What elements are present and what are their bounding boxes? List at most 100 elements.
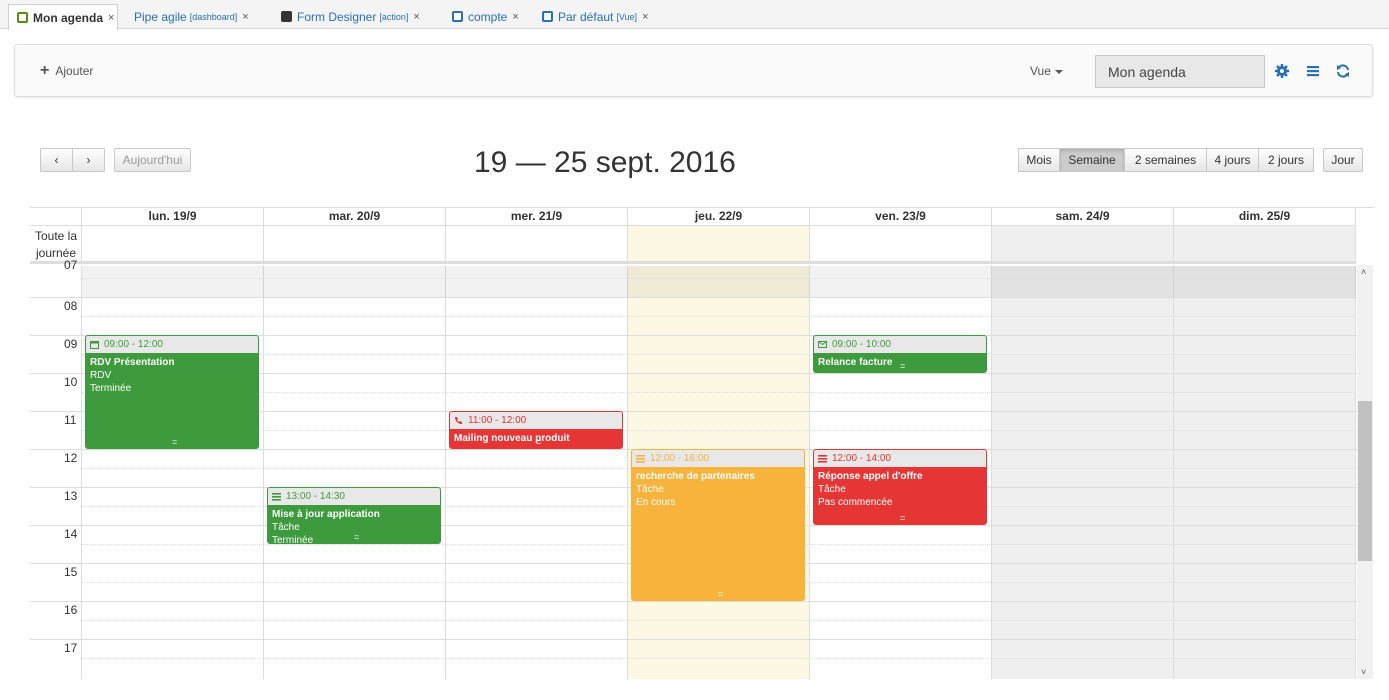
event-time: 13:00 - 14:30 [286,491,345,502]
event-status: En cours [636,497,676,508]
tab-sublabel: [action] [379,11,409,22]
view-week-button[interactable]: Semaine [1059,148,1125,172]
event-time-header: 11:00 - 12:00 [450,412,622,429]
view-2weeks-button[interactable]: 2 semaines [1124,148,1207,172]
list-icon [272,493,281,501]
event-type: Tâche [636,484,664,495]
view-dropdown[interactable]: Vue [1030,64,1063,78]
hour-line [30,297,1357,298]
tab-3[interactable]: compte × [444,4,526,29]
prev-button[interactable]: ‹ [40,148,73,172]
day-column[interactable] [264,266,446,679]
close-icon[interactable]: × [413,11,419,23]
event-status: Pas commencée [818,497,893,508]
resize-handle[interactable]: = [172,437,177,447]
tab-label: compte [468,9,508,24]
tab-1[interactable]: Pipe agile [dashboard] × [126,4,264,29]
day-column[interactable] [992,266,1174,679]
event-type: RDV [90,370,112,381]
event-body: recherche de partenaires Tâche En cours [632,467,804,512]
calendar-event[interactable]: 11:00 - 12:00 Mailing nouveau produit = [449,411,623,449]
resize-handle[interactable]: = [900,361,905,371]
tab-0[interactable]: Mon agenda × [8,4,118,30]
event-status: Terminée [90,383,132,394]
allday-cell[interactable] [446,226,628,264]
resize-handle[interactable]: = [718,589,723,599]
calendar-event[interactable]: 09:00 - 12:00 RDV Présentation RDV Terminée… [85,335,259,449]
allday-cell[interactable] [992,226,1174,264]
agenda-select[interactable]: Mon agenda [1095,55,1265,88]
tab-bar: Mon agenda × Pipe agile [dashboard] × Form De… [0,0,1389,30]
gear-icon[interactable] [1274,63,1290,79]
next-button[interactable]: › [72,148,105,172]
event-time-header: 09:00 - 12:00 [86,336,258,353]
half-hour-line [82,658,1356,659]
hour-line [30,601,1357,602]
view-4days-button[interactable]: 4 jours [1206,148,1259,172]
plus-icon: + [40,62,50,79]
mail-icon [818,341,827,348]
calendar-icon [90,341,99,349]
tab-2[interactable]: Form Designer [action] × [273,4,435,29]
close-icon[interactable]: × [642,11,648,23]
view-month-button[interactable]: Mois [1018,148,1060,172]
day-header: dim. 25/9 [1174,208,1356,226]
hour-label: 08 [64,299,78,313]
resize-handle[interactable]: = [354,532,359,542]
view-day-button[interactable]: Jour [1323,148,1363,172]
list-icon[interactable] [1305,63,1321,79]
event-title: Réponse appel d'offre [818,471,923,482]
resize-handle[interactable]: = [900,513,905,523]
calendar-event[interactable]: 12:00 - 16:00 recherche de partenaires Tâc… [631,449,805,601]
tab-label: Mon agenda [33,10,104,25]
today-button[interactable]: Aujourd'hui [114,148,191,172]
close-icon[interactable]: × [108,12,114,24]
calendar-event[interactable]: 09:00 - 10:00 Relance facture = [813,335,987,373]
add-label: Ajouter [55,64,94,78]
allday-cell[interactable] [264,226,446,264]
phone-icon [455,417,462,424]
scrollbar[interactable]: ˄ ˅ [1357,265,1373,679]
event-title: recherche de partenaires [636,471,755,482]
hour-label: 09 [64,337,78,351]
event-time: 09:00 - 10:00 [832,339,891,350]
day-header: sam. 24/9 [992,208,1174,226]
tab-icon [452,11,463,22]
scroll-up-icon[interactable]: ˄ [1361,267,1366,277]
half-hour-line [82,278,1356,279]
calendar-event[interactable]: 12:00 - 14:00 Réponse appel d'offre Tâche P… [813,449,987,525]
allday-cell[interactable] [628,226,810,264]
close-icon[interactable]: × [242,11,248,23]
scrollbar-thumb[interactable] [1358,401,1372,561]
time-gutter [30,266,82,679]
close-icon[interactable]: × [512,11,518,23]
event-time-header: 09:00 - 10:00 [814,336,986,353]
allday-cell[interactable] [82,226,264,264]
view-2days-button[interactable]: 2 jours [1258,148,1314,172]
resize-handle[interactable]: = [536,437,541,447]
caret-down-icon [1054,69,1063,74]
calendar-event[interactable]: 13:00 - 14:30 Mise à jour application Tâch… [267,487,441,544]
event-body: Réponse appel d'offre Tâche Pas commencée [814,467,986,512]
allday-cell[interactable] [1174,226,1356,264]
allday-cell[interactable] [810,226,992,264]
day-column[interactable] [1174,266,1356,679]
half-hour-line [82,392,1356,393]
refresh-icon[interactable] [1335,63,1351,79]
view-label: Vue [1030,64,1051,78]
hour-label: 07 [64,258,78,272]
list-icon [636,455,645,463]
half-hour-line [82,354,1356,355]
toolbar: + Ajouter Vue Mon agenda [14,44,1373,97]
event-time-header: 12:00 - 14:00 [814,450,986,467]
tab-label: Form Designer [297,9,377,24]
add-button[interactable]: + Ajouter [40,62,93,80]
day-column[interactable] [446,266,628,679]
event-body: RDV Présentation RDV Terminée [86,353,258,398]
event-time-header: 12:00 - 16:00 [632,450,804,467]
scroll-down-icon[interactable]: ˅ [1361,667,1366,677]
day-column[interactable] [82,266,264,679]
event-time-header: 13:00 - 14:30 [268,488,440,505]
event-time: 09:00 - 12:00 [104,339,163,350]
tab-4[interactable]: Par défaut [Vue] × [534,4,654,29]
